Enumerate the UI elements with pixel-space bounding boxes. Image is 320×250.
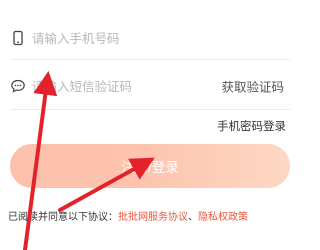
phone-row <box>10 18 290 58</box>
message-icon <box>10 78 26 94</box>
privacy-policy-link[interactable]: 隐私权政策 <box>198 212 248 223</box>
agreement-prefix: 已阅读并同意以下协议： <box>8 212 118 223</box>
register-login-button[interactable]: 注册/登录 <box>10 144 290 188</box>
phone-icon <box>10 30 26 46</box>
password-login-link[interactable]: 手机密码登录 <box>217 118 286 134</box>
get-code-button[interactable]: 获取验证码 <box>221 77 284 96</box>
phone-input[interactable] <box>32 27 272 49</box>
agreement-text: 已阅读并同意以下协议：批批网服务协议、隐私权政策 <box>8 208 248 223</box>
agreement-separator: 、 <box>188 212 198 223</box>
sms-code-input[interactable] <box>32 75 202 97</box>
divider <box>10 109 290 110</box>
service-agreement-link[interactable]: 批批网服务协议 <box>118 212 188 223</box>
divider <box>10 59 290 60</box>
code-row: 获取验证码 <box>10 66 290 106</box>
